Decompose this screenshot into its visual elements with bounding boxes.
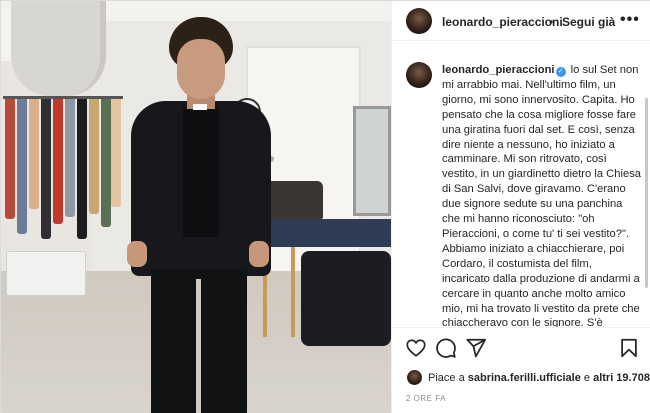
following-button[interactable]: Segui già <box>562 15 615 29</box>
photo-table-leg <box>291 247 295 337</box>
caption-username[interactable]: leonardo_pieraccioni <box>442 64 555 76</box>
photo-chair <box>301 251 391 346</box>
photo-table <box>256 219 391 247</box>
post-timestamp[interactable]: 2 ORE FA <box>406 394 446 403</box>
author-username[interactable]: leonardo_pieraccioni <box>442 15 563 29</box>
post-actions <box>392 327 650 367</box>
liker-avatar[interactable] <box>407 370 422 385</box>
likes-middle: e <box>580 372 594 384</box>
caption-text: lo sul Set non mi arrabbio mai. Nell'ult… <box>442 64 642 327</box>
post-photo[interactable] <box>1 1 391 413</box>
person-hand <box>127 241 147 267</box>
more-options-icon[interactable]: ••• <box>620 11 640 29</box>
caption-scrollbar[interactable] <box>645 98 648 288</box>
post-header: leonardo_pieraccioni • Segui già ••• <box>392 1 650 41</box>
legs-gap <box>196 279 201 413</box>
person-face <box>177 39 225 99</box>
cloth <box>89 99 99 214</box>
person-hand <box>249 241 269 267</box>
person-legs <box>151 269 247 413</box>
post-sidebar: leonardo_pieraccioni • Segui già ••• leo… <box>391 1 650 413</box>
separator-dot: • <box>549 15 554 29</box>
photo-makeup-mirror <box>353 106 391 216</box>
comment-icon[interactable] <box>435 337 457 359</box>
heart-icon[interactable] <box>405 337 427 359</box>
cloth <box>29 99 39 209</box>
cloth <box>41 99 51 239</box>
instagram-post: leonardo_pieraccioni • Segui già ••• leo… <box>0 0 650 413</box>
cloth <box>17 99 27 234</box>
likes-prefix: Piace a <box>428 372 468 384</box>
share-icon[interactable] <box>465 337 487 359</box>
post-caption: leonardo_pieraccioni ✓ lo sul Set non mi … <box>442 63 642 327</box>
likes-text: Piace a sabrina.ferilli.ufficiale e altr… <box>428 372 650 384</box>
likes-summary: Piace a sabrina.ferilli.ufficiale e altr… <box>392 367 650 389</box>
cloth <box>101 99 111 227</box>
cloth <box>77 99 87 239</box>
likes-others-link[interactable]: altri 19.708 <box>593 372 650 384</box>
cloth <box>53 99 63 224</box>
bookmark-icon[interactable] <box>618 337 640 359</box>
photo-person <box>121 9 271 413</box>
cloth <box>5 99 15 219</box>
cloth <box>111 99 121 207</box>
author-avatar[interactable] <box>406 8 432 34</box>
photo-clothes-rack <box>1 96 126 246</box>
cloth <box>65 99 75 217</box>
liker-username[interactable]: sabrina.ferilli.ufficiale <box>468 372 581 384</box>
photo-laundry-basket <box>6 251 86 296</box>
photo-bag <box>263 181 323 219</box>
caption-area: leonardo_pieraccioni ✓ lo sul Set non mi … <box>392 42 650 327</box>
person-clerical-collar <box>193 104 207 110</box>
verified-badge-icon: ✓ <box>555 67 566 77</box>
person-shirt <box>183 107 219 237</box>
caption-author-avatar[interactable] <box>406 62 432 88</box>
photo-arch <box>11 1 106 96</box>
